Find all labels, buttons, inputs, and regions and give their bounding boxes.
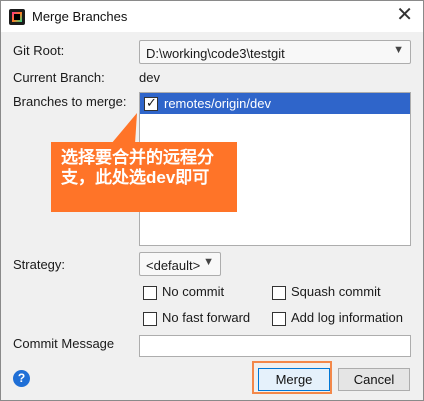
dialog-title: Merge Branches: [32, 9, 128, 24]
title-bar: Merge Branches ✕: [1, 1, 423, 32]
intellij-app-icon: [9, 9, 25, 25]
no-fast-forward-checkbox[interactable]: [143, 312, 157, 326]
callout-text: 选择要合并的远程分支，此处选dev即可: [61, 148, 214, 187]
chevron-down-icon: ▼: [203, 256, 214, 268]
add-log-checkbox[interactable]: [272, 312, 286, 326]
current-branch-label: Current Branch:: [13, 70, 105, 85]
no-commit-label: No commit: [162, 284, 225, 299]
merge-branches-dialog: Merge Branches ✕ Git Root: D:\working\co…: [0, 0, 424, 401]
chevron-down-icon: ▼: [393, 44, 404, 56]
list-item[interactable]: remotes/origin/dev: [140, 93, 410, 114]
merge-button[interactable]: Merge: [258, 368, 330, 391]
branch-checkbox[interactable]: [144, 95, 158, 111]
commit-message-field[interactable]: [139, 335, 411, 357]
commit-message-label: Commit Message: [13, 336, 115, 351]
squash-commit-checkbox[interactable]: [272, 286, 286, 300]
no-fast-forward-label: No fast forward: [162, 310, 251, 325]
cancel-button[interactable]: Cancel: [338, 368, 410, 391]
git-root-label: Git Root:: [13, 43, 65, 58]
branch-name: remotes/origin/dev: [164, 96, 271, 111]
close-icon[interactable]: ✕: [396, 5, 413, 25]
add-log-label: Add log information: [291, 310, 404, 325]
git-root-value: D:\working\code3\testgit: [146, 46, 285, 61]
branches-to-merge-label: Branches to merge:: [13, 94, 127, 109]
strategy-dropdown[interactable]: <default> ▼: [139, 252, 221, 276]
strategy-value: <default>: [146, 258, 201, 273]
squash-commit-label: Squash commit: [291, 284, 381, 299]
callout-pointer: [111, 113, 137, 144]
git-root-dropdown[interactable]: D:\working\code3\testgit ▼: [139, 40, 411, 64]
help-icon[interactable]: ?: [13, 370, 30, 387]
current-branch-value: dev: [139, 70, 160, 85]
annotation-callout: 选择要合并的远程分支，此处选dev即可: [51, 142, 237, 212]
strategy-label: Strategy:: [13, 257, 66, 272]
no-commit-checkbox[interactable]: [143, 286, 157, 300]
